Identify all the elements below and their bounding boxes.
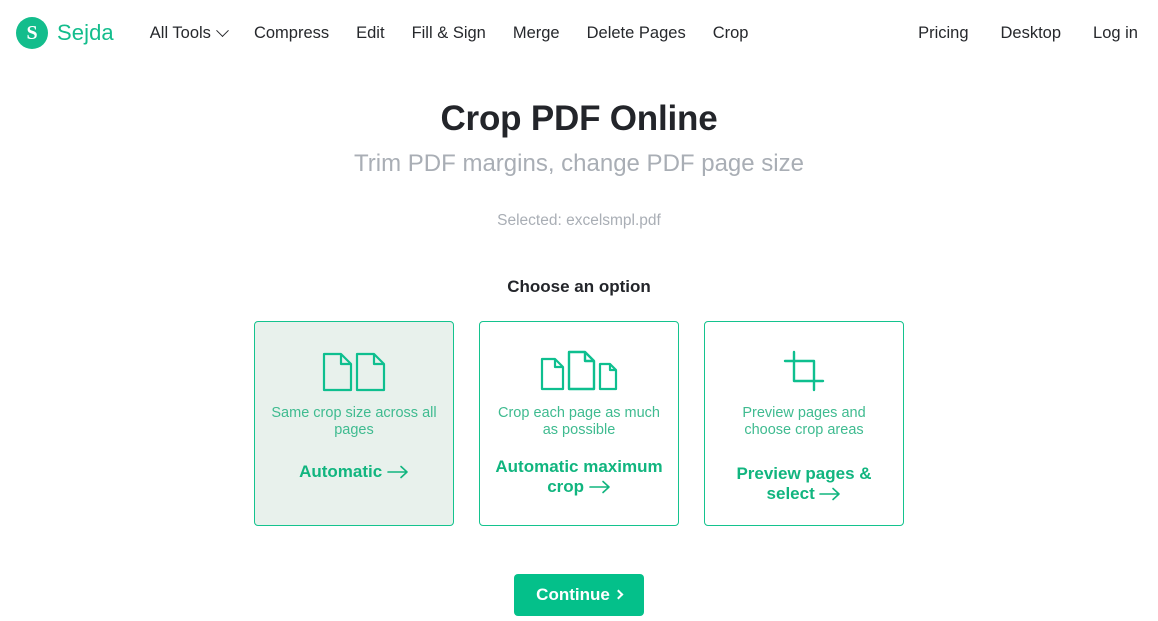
arrow-right-icon	[819, 488, 841, 501]
option-card-maximum-crop-description: Crop each page as much as possible	[497, 405, 660, 438]
choose-option-heading: Choose an option	[507, 277, 651, 296]
site-header: S Sejda All Tools Compress Edit Fill & S…	[0, 0, 1158, 66]
continue-button-wrap: Continue	[0, 574, 1158, 616]
three-pages-icon	[540, 348, 618, 392]
nav-item-log-in[interactable]: Log in	[1093, 24, 1138, 43]
option-card-preview-pages-select[interactable]: Preview pages and choose crop areas Prev…	[704, 321, 904, 526]
secondary-nav: Pricing Desktop Log in	[918, 24, 1138, 43]
nav-label-all-tools: All Tools	[149, 23, 211, 42]
selected-file-label: Selected: excelsmpl.pdf	[497, 212, 661, 229]
option-card-preview-description: Preview pages and choose crop areas	[742, 405, 866, 438]
option-card-automatic-maximum-crop[interactable]: Crop each page as much as possible Autom…	[479, 321, 679, 526]
option-card-automatic-description: Same crop size across all pages	[271, 405, 437, 438]
two-pages-icon	[321, 348, 387, 392]
option-cards: Same crop size across all pages Automati…	[0, 321, 1158, 526]
nav-item-delete-pages[interactable]: Delete Pages	[587, 24, 686, 43]
nav-item-fill-and-sign[interactable]: Fill & Sign	[412, 24, 486, 43]
main-content: Crop PDF Online Trim PDF margins, change…	[0, 66, 1158, 616]
option-card-automatic[interactable]: Same crop size across all pages Automati…	[254, 321, 454, 526]
primary-nav: All Tools Compress Edit Fill & Sign Merg…	[150, 24, 749, 43]
chevron-down-icon	[216, 23, 229, 37]
option-card-maximum-crop-cta[interactable]: Automatic maximum crop	[480, 457, 678, 497]
option-card-preview-cta-label: Preview pages & select	[736, 464, 872, 504]
brand-name: Sejda	[57, 20, 114, 45]
nav-item-desktop[interactable]: Desktop	[1001, 24, 1062, 43]
nav-item-merge[interactable]: Merge	[513, 24, 560, 43]
chevron-right-icon	[613, 589, 624, 599]
arrow-right-icon	[588, 481, 610, 494]
page-title: Crop PDF Online	[440, 99, 718, 138]
continue-button-label: Continue	[536, 585, 610, 604]
nav-item-all-tools[interactable]: All Tools	[149, 23, 229, 43]
option-card-automatic-cta[interactable]: Automatic	[289, 462, 419, 482]
page-subtitle: Trim PDF margins, change PDF page size	[354, 150, 804, 177]
nav-item-crop[interactable]: Crop	[713, 24, 749, 43]
nav-item-edit[interactable]: Edit	[356, 24, 384, 43]
nav-item-pricing[interactable]: Pricing	[918, 24, 968, 43]
option-card-maximum-crop-cta-label: Automatic maximum crop	[495, 457, 663, 497]
nav-item-compress[interactable]: Compress	[254, 24, 329, 43]
sejda-logo-icon: S	[16, 17, 48, 49]
brand-logo[interactable]: S Sejda	[16, 17, 114, 49]
arrow-right-icon	[387, 466, 408, 479]
option-card-preview-cta[interactable]: Preview pages & select	[705, 464, 903, 504]
continue-button[interactable]: Continue	[514, 574, 644, 616]
crop-tool-icon	[783, 348, 825, 392]
option-card-automatic-cta-label: Automatic	[299, 462, 383, 482]
